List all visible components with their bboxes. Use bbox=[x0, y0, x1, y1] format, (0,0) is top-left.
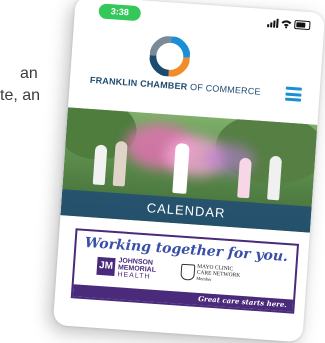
johnson-memorial-name: JOHNSON MEMORIAL HEALTH bbox=[117, 257, 156, 281]
johnson-line-3: HEALTH bbox=[117, 271, 151, 281]
brand-name-bold: FRANKLIN CHAMBER bbox=[89, 74, 188, 92]
battery-icon bbox=[294, 20, 311, 31]
johnson-memorial-logo-icon: JM bbox=[96, 256, 116, 277]
mayo-clinic-name: MAYO CLINIC CARE NETWORK Member bbox=[196, 264, 241, 285]
signal-icon bbox=[267, 18, 279, 28]
calendar-hero-banner[interactable]: CALENDAR bbox=[60, 107, 318, 233]
wifi-icon bbox=[281, 20, 292, 29]
brand-name[interactable]: FRANKLIN CHAMBER OF COMMERCE bbox=[90, 75, 261, 97]
chamber-logo-icon[interactable] bbox=[148, 35, 191, 78]
site-header: FRANKLIN CHAMBER OF COMMERCE bbox=[68, 20, 324, 125]
status-icons bbox=[267, 15, 311, 31]
phone-screen: 3:38 FRANKLIN CHAMBER OF COMMERCE CALEND… bbox=[52, 0, 325, 343]
mayo-clinic-shield-icon bbox=[180, 263, 196, 281]
time-pill: 3:38 bbox=[98, 3, 142, 22]
brand-name-light: OF COMMERCE bbox=[187, 81, 262, 97]
ad-footer-tagline: Great care starts here. bbox=[72, 284, 294, 312]
sponsor-ad[interactable]: Working together for you. JM JOHNSON MEM… bbox=[70, 228, 300, 314]
hamburger-menu-icon[interactable] bbox=[285, 86, 302, 102]
